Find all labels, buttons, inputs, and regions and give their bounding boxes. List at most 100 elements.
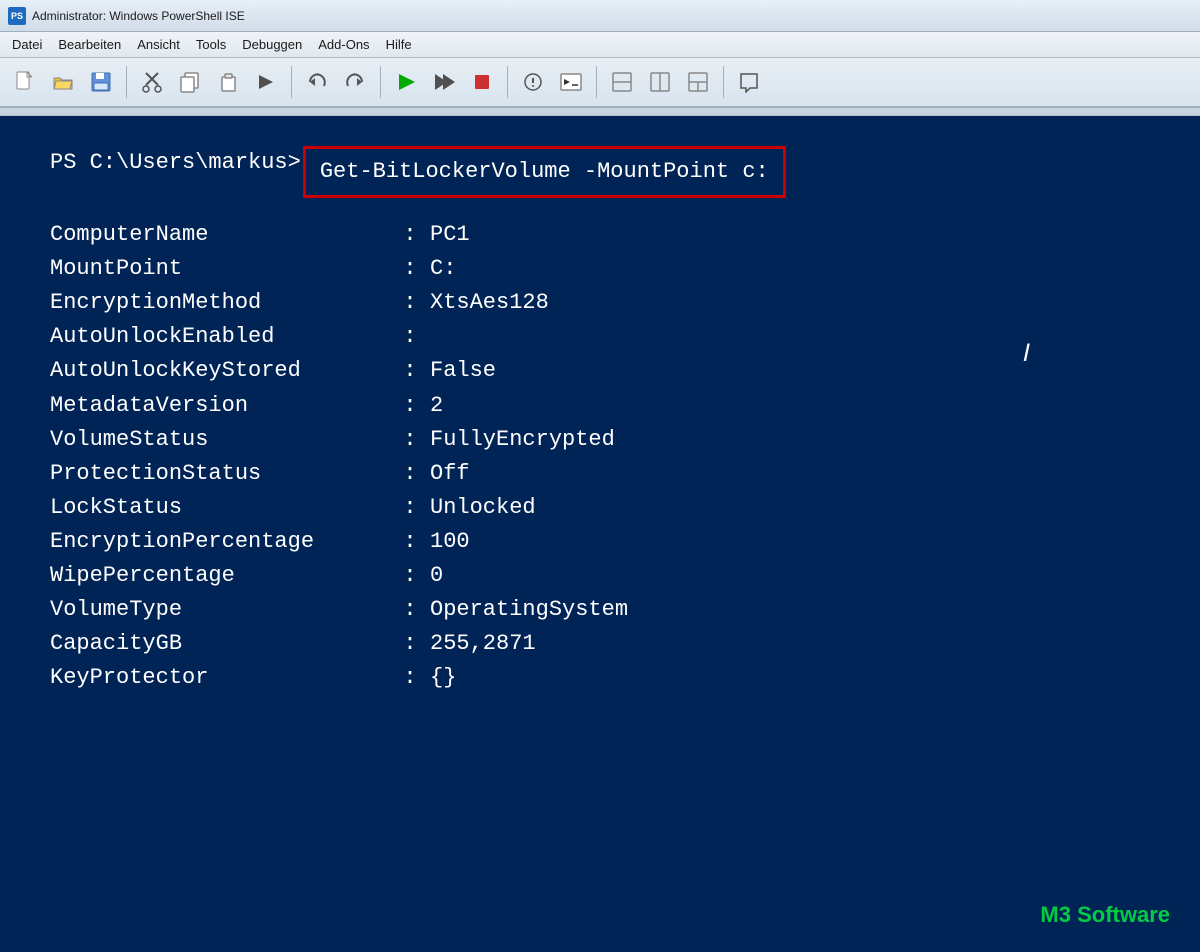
output-sep-12: : — [390, 627, 430, 661]
output-key-capacitygb: CapacityGB — [50, 627, 390, 661]
output-sep-5: : — [390, 389, 430, 423]
output-sep-8: : — [390, 491, 430, 525]
debug-button[interactable] — [516, 65, 550, 99]
branding-m3: M3 — [1040, 902, 1071, 927]
cut-button[interactable] — [135, 65, 169, 99]
output-sep-4: : — [390, 354, 430, 388]
toolbar-sep-3 — [380, 66, 381, 98]
menu-bearbeiten[interactable]: Bearbeiten — [50, 35, 129, 54]
output-sep-6: : — [390, 423, 430, 457]
toolbar-sep-5 — [596, 66, 597, 98]
output-key-encpercentage: EncryptionPercentage — [50, 525, 390, 559]
output-val-encpercentage: 100 — [430, 525, 470, 559]
output-sep-0: : — [390, 218, 430, 252]
toolbar-sep-2 — [291, 66, 292, 98]
app-icon-label: PS — [11, 11, 23, 21]
table-row: EncryptionPercentage : 100 — [50, 525, 1150, 559]
output-val-volumetype: OperatingSystem — [430, 593, 628, 627]
menu-tools[interactable]: Tools — [188, 35, 234, 54]
output-val-computername: PC1 — [430, 218, 470, 252]
output-key-wipepercentage: WipePercentage — [50, 559, 390, 593]
output-sep-9: : — [390, 525, 430, 559]
open-button[interactable] — [46, 65, 80, 99]
output-val-mountpoint: C: — [430, 252, 456, 286]
title-bar: PS Administrator: Windows PowerShell ISE — [0, 0, 1200, 32]
console-button[interactable] — [554, 65, 588, 99]
table-row: MountPoint : C: — [50, 252, 1150, 286]
table-row: EncryptionMethod : XtsAes128 — [50, 286, 1150, 320]
undo-button[interactable] — [300, 65, 334, 99]
output-sep-13: : — [390, 661, 430, 695]
new-file-button[interactable] — [8, 65, 42, 99]
table-row: VolumeStatus : FullyEncrypted — [50, 423, 1150, 457]
save-button[interactable] — [84, 65, 118, 99]
output-key-volumestatus: VolumeStatus — [50, 423, 390, 457]
arrow-button[interactable] — [249, 65, 283, 99]
output-sep-3: : — [390, 320, 430, 354]
output-val-capacitygb: 255,2871 — [430, 627, 536, 661]
table-row: MetadataVersion : 2 — [50, 389, 1150, 423]
run-selection-button[interactable] — [427, 65, 461, 99]
toolbar-sep-1 — [126, 66, 127, 98]
output-sep-11: : — [390, 593, 430, 627]
toolbar — [0, 58, 1200, 108]
table-row: VolumeType : OperatingSystem — [50, 593, 1150, 627]
prompt-line: PS C:\Users\markus> Get-BitLockerVolume … — [50, 146, 1150, 198]
output-val-keyprotector: {} — [430, 661, 456, 695]
redo-button[interactable] — [338, 65, 372, 99]
output-table: ComputerName : PC1 MountPoint : C: Encry… — [50, 218, 1150, 695]
toolbar-sep-6 — [723, 66, 724, 98]
output-key-protectionstatus: ProtectionStatus — [50, 457, 390, 491]
table-row: KeyProtector : {} — [50, 661, 1150, 695]
table-row: ProtectionStatus : Off — [50, 457, 1150, 491]
menu-datei[interactable]: Datei — [4, 35, 50, 54]
copy-button[interactable] — [173, 65, 207, 99]
spacer — [0, 108, 1200, 116]
run-button[interactable] — [389, 65, 423, 99]
output-val-volumestatus: FullyEncrypted — [430, 423, 615, 457]
menu-hilfe[interactable]: Hilfe — [378, 35, 420, 54]
layout3-button[interactable] — [681, 65, 715, 99]
output-key-mountpoint: MountPoint — [50, 252, 390, 286]
command-text: Get-BitLockerVolume -MountPoint c: — [320, 159, 769, 184]
output-key-metadataversion: MetadataVersion — [50, 389, 390, 423]
menu-debuggen[interactable]: Debuggen — [234, 35, 310, 54]
output-val-metadataversion: 2 — [430, 389, 443, 423]
table-row: LockStatus : Unlocked — [50, 491, 1150, 525]
output-sep-2: : — [390, 286, 430, 320]
output-val-wipepercentage: 0 — [430, 559, 443, 593]
output-val-autounlockkeystored: False — [430, 354, 496, 388]
output-sep-7: : — [390, 457, 430, 491]
console-area[interactable]: PS C:\Users\markus> Get-BitLockerVolume … — [0, 116, 1200, 952]
table-row: CapacityGB : 255,2871 — [50, 627, 1150, 661]
table-row: AutoUnlockKeyStored : False — [50, 354, 1150, 388]
output-key-autounlockenabled: AutoUnlockEnabled — [50, 320, 390, 354]
output-val-encmethod: XtsAes128 — [430, 286, 549, 320]
table-row: ComputerName : PC1 — [50, 218, 1150, 252]
layout1-button[interactable] — [605, 65, 639, 99]
prompt-text: PS C:\Users\markus> — [50, 146, 301, 180]
command-box: Get-BitLockerVolume -MountPoint c: — [303, 146, 786, 198]
menu-ansicht[interactable]: Ansicht — [129, 35, 188, 54]
menu-bar: Datei Bearbeiten Ansicht Tools Debuggen … — [0, 32, 1200, 58]
output-key-volumetype: VolumeType — [50, 593, 390, 627]
app-icon: PS — [8, 7, 26, 25]
output-val-protectionstatus: Off — [430, 457, 470, 491]
branding-software: Software — [1077, 902, 1170, 927]
table-row: AutoUnlockEnabled : — [50, 320, 1150, 354]
toolbar-sep-4 — [507, 66, 508, 98]
branding: M3 Software — [1040, 898, 1170, 932]
output-key-encmethod: EncryptionMethod — [50, 286, 390, 320]
table-row: WipePercentage : 0 — [50, 559, 1150, 593]
output-sep-1: : — [390, 252, 430, 286]
output-key-lockstatus: LockStatus — [50, 491, 390, 525]
output-key-autounlockkeystored: AutoUnlockKeyStored — [50, 354, 390, 388]
output-val-lockstatus: Unlocked — [430, 491, 536, 525]
output-key-keyprotector: KeyProtector — [50, 661, 390, 695]
window-title: Administrator: Windows PowerShell ISE — [32, 9, 245, 23]
stop-button[interactable] — [465, 65, 499, 99]
paste-button[interactable] — [211, 65, 245, 99]
layout2-button[interactable] — [643, 65, 677, 99]
help-button[interactable] — [732, 65, 766, 99]
menu-addons[interactable]: Add-Ons — [310, 35, 377, 54]
